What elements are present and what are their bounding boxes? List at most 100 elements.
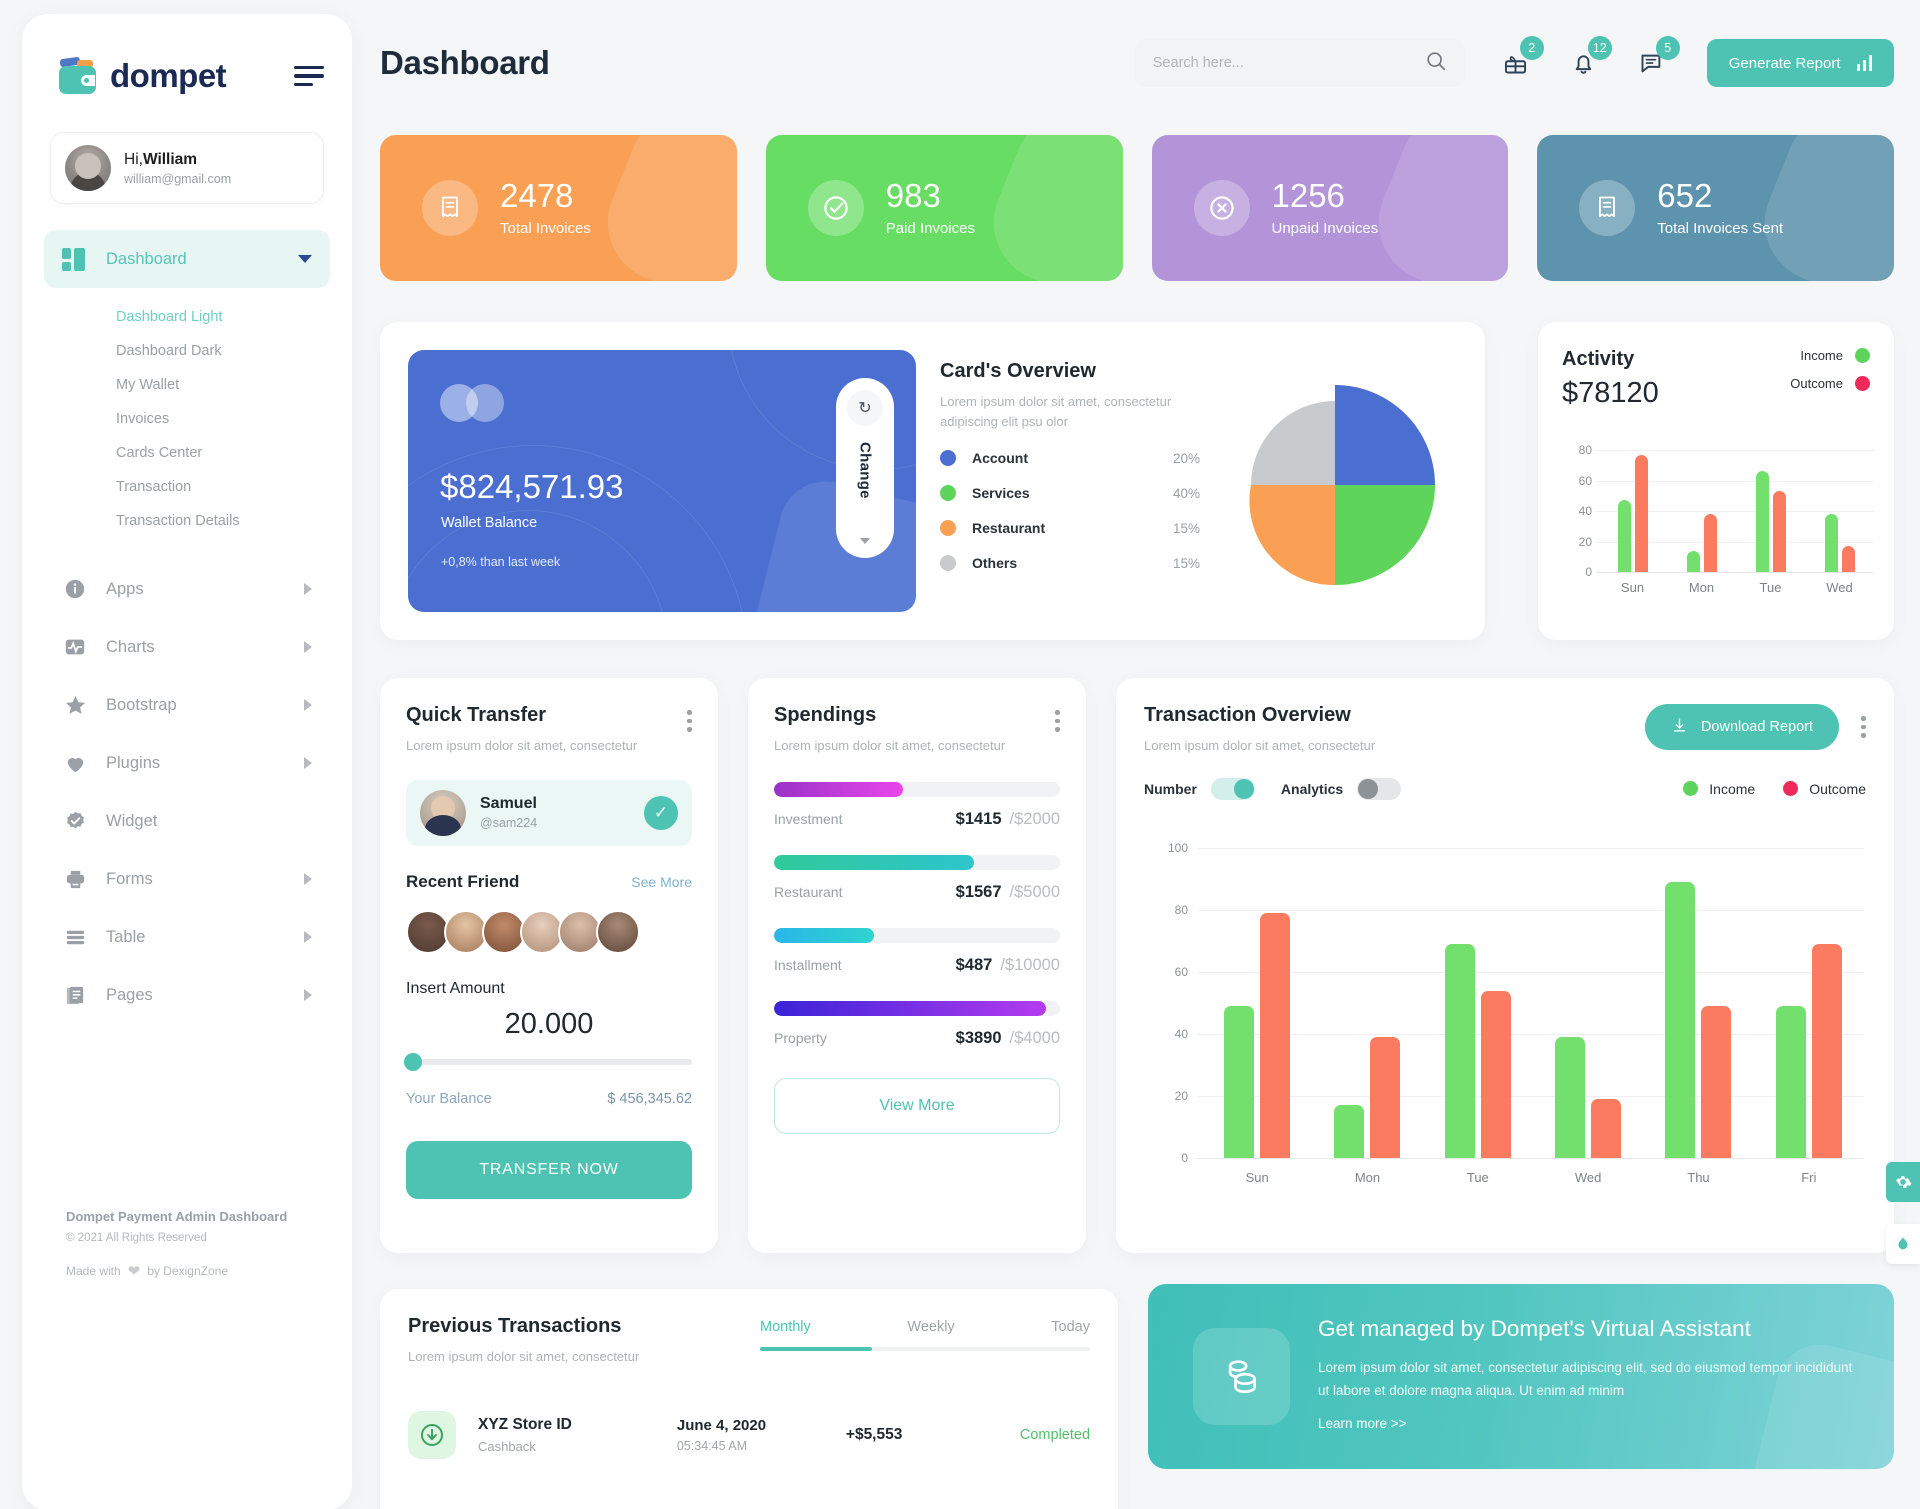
y-tick: 20 <box>1174 1089 1188 1103</box>
more-options-icon[interactable] <box>1055 710 1060 756</box>
sidebar-item-forms[interactable]: Forms <box>22 850 352 908</box>
search-bar[interactable] <box>1134 39 1465 87</box>
sidebar-subitem-cards-center[interactable]: Cards Center <box>22 436 352 470</box>
recent-friend-title: Recent Friend <box>406 871 520 891</box>
mastercard-icon <box>440 384 512 422</box>
sidebar-item-plugins[interactable]: Plugins <box>22 734 352 792</box>
search-icon[interactable] <box>1425 50 1447 77</box>
slider-handle[interactable] <box>404 1052 422 1071</box>
refresh-icon[interactable]: ↻ <box>847 390 883 426</box>
sidebar-item-label: Forms <box>106 869 153 888</box>
tab-monthly[interactable]: Monthly <box>760 1319 811 1335</box>
change-card-button[interactable]: ↻ Change <box>836 378 894 558</box>
brand-row: dompet <box>22 48 352 104</box>
toggle-analytics[interactable] <box>1357 777 1402 800</box>
bar-income <box>1224 1006 1255 1158</box>
bell-icon[interactable]: 12 <box>1567 36 1612 80</box>
sidebar-item-widget[interactable]: Widget <box>22 792 352 850</box>
generate-report-button[interactable]: Generate Report <box>1706 39 1894 87</box>
printer-icon <box>62 866 88 892</box>
bar-income <box>1665 882 1696 1158</box>
bar-income <box>1444 944 1475 1158</box>
sidebar-subitem-transaction-details[interactable]: Transaction Details <box>22 504 352 538</box>
stat-card-total-invoices[interactable]: 2478 Total Invoices <box>380 135 737 281</box>
hamburger-icon[interactable] <box>294 65 324 87</box>
cards-overview-title: Card's Overview <box>940 360 1096 382</box>
droplet-icon[interactable] <box>1886 1224 1920 1264</box>
stat-card-total-invoices-sent[interactable]: 652 Total Invoices Sent <box>1537 135 1894 281</box>
chevron-right-icon <box>304 757 312 769</box>
tab-today[interactable]: Today <box>1051 1319 1090 1335</box>
user-greeting: Hi,William <box>124 150 198 168</box>
transaction-controls: Number Analytics Income Outcome <box>1144 777 1866 800</box>
toggle-label-analytics: Analytics <box>1280 780 1344 797</box>
x-tick: Fri <box>1801 1170 1817 1185</box>
toggle-number[interactable] <box>1210 777 1255 800</box>
transfer-now-button[interactable]: TRANSFER NOW <box>406 1140 692 1199</box>
table-row[interactable]: XYZ Store ID Cashback June 4, 2020 05:34… <box>408 1410 1090 1459</box>
sidebar-item-table[interactable]: Table <box>22 908 352 966</box>
footer-credit: Made with ❤ by DexignZone <box>66 1262 287 1280</box>
sidebar-subitem-invoices[interactable]: Invoices <box>22 402 352 436</box>
chevron-down-icon[interactable] <box>860 538 870 544</box>
legend-item-restaurant: Restaurant 15% <box>940 520 1200 536</box>
heart-icon <box>62 750 88 776</box>
transaction-time: 05:34:45 AM <box>676 1438 748 1453</box>
friend-handle: @sam224 <box>480 816 538 830</box>
spending-row: Installment $487 /$10000 <box>774 956 1060 975</box>
activity-chart: 80 60 40 20 0 <box>1562 443 1874 579</box>
more-options-icon[interactable] <box>1861 716 1866 756</box>
sidebar-subitem-dashboard-light[interactable]: Dashboard Light <box>22 300 352 334</box>
search-input[interactable] <box>1152 55 1425 71</box>
view-more-button[interactable]: View More <box>774 1077 1060 1134</box>
check-circle-icon[interactable]: ✓ <box>644 795 678 830</box>
sidebar-item-bootstrap[interactable]: Bootstrap <box>22 676 352 734</box>
legend-value: 15% <box>1172 555 1200 571</box>
legend-item-outcome: Outcome <box>1783 781 1866 797</box>
badge-check-icon <box>62 808 88 834</box>
spending-item-investment: Investment $1415 /$2000 <box>774 781 1060 829</box>
info-circle-icon <box>62 576 88 602</box>
legend-item-income: Income <box>1790 348 1870 363</box>
download-report-button[interactable]: Download Report <box>1644 704 1839 750</box>
stat-card-paid-invoices[interactable]: 983 Paid Invoices <box>765 135 1123 281</box>
transaction-overview-panel: Transaction Overview Lorem ipsum dolor s… <box>1116 678 1894 1253</box>
more-options-icon[interactable] <box>687 710 692 756</box>
invoice-send-icon <box>1579 180 1636 236</box>
learn-more-link[interactable]: Learn more >> <box>1318 1416 1407 1431</box>
sidebar-subitem-transaction[interactable]: Transaction <box>22 470 352 504</box>
amount-slider[interactable] <box>404 1052 692 1071</box>
bar-outcome <box>1841 546 1855 572</box>
sidebar-subitem-my-wallet[interactable]: My Wallet <box>22 368 352 402</box>
gear-icon[interactable] <box>1886 1162 1920 1202</box>
gift-icon[interactable]: 2 <box>1499 36 1544 80</box>
sidebar-item-charts[interactable]: Charts <box>22 618 352 676</box>
message-icon[interactable]: 5 <box>1635 36 1680 80</box>
see-more-link[interactable]: See More <box>631 874 692 890</box>
sidebar-item-label: Bootstrap <box>106 695 177 714</box>
sidebar-item-apps[interactable]: Apps <box>22 560 352 618</box>
spending-total: /$5000 <box>1009 882 1060 901</box>
tabs-row: Monthly Weekly Today <box>760 1319 1090 1335</box>
stat-card-unpaid-invoices[interactable]: 1256 Unpaid Invoices <box>1151 135 1509 281</box>
progress-track <box>774 781 1060 797</box>
transaction-title: Transaction Overview <box>1144 704 1351 726</box>
legend-dot <box>1855 348 1870 363</box>
user-card[interactable]: Hi,William william@gmail.com <box>50 132 324 204</box>
spending-row: Restaurant $1567 /$5000 <box>774 883 1060 902</box>
bar-income <box>1555 1037 1586 1158</box>
insert-amount-value[interactable]: 20.000 <box>406 1008 692 1041</box>
avatar[interactable] <box>596 909 640 954</box>
spending-amount: $1567 <box>955 882 1002 901</box>
sidebar-subitem-dashboard-dark[interactable]: Dashboard Dark <box>22 334 352 368</box>
virtual-assistant-promo[interactable]: Get managed by Dompet's Virtual Assistan… <box>1148 1284 1894 1469</box>
selected-friend-row[interactable]: Samuel @sam224 ✓ <box>406 779 692 846</box>
legend-label: Outcome <box>1790 376 1843 391</box>
chevron-right-icon <box>304 873 312 885</box>
wallet-balance-label: Wallet Balance <box>441 515 538 531</box>
sidebar-item-dashboard[interactable]: Dashboard <box>44 230 330 288</box>
sidebar-item-pages[interactable]: Pages <box>22 966 352 1024</box>
tab-weekly[interactable]: Weekly <box>907 1319 954 1335</box>
wallet-card[interactable]: $824,571.93 Wallet Balance +0,8% than la… <box>408 350 916 612</box>
bar-outcome <box>1701 1006 1732 1158</box>
